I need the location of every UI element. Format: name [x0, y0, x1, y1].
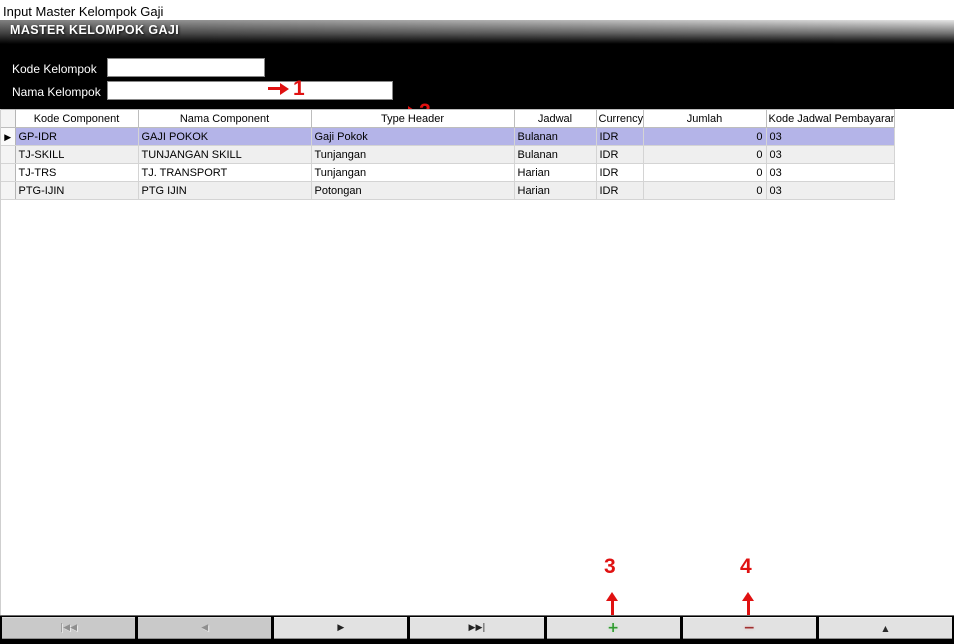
- cell-kode-jadwal[interactable]: 03: [766, 146, 894, 164]
- kode-kelompok-input[interactable]: [107, 58, 265, 77]
- cell-kode[interactable]: PTG-IJIN: [15, 182, 138, 200]
- selector-column-header: [1, 110, 15, 128]
- cell-currency[interactable]: IDR: [596, 146, 643, 164]
- collapse-button[interactable]: ▲: [819, 617, 952, 639]
- cell-kode[interactable]: TJ-SKILL: [15, 146, 138, 164]
- cell-jumlah[interactable]: 0: [643, 146, 766, 164]
- col-header-jumlah[interactable]: Jumlah: [643, 110, 766, 128]
- form-panel: MASTER KELOMPOK GAJI Kode Kelompok Nama …: [0, 20, 954, 109]
- cell-currency[interactable]: IDR: [596, 182, 643, 200]
- cell-jadwal[interactable]: Bulanan: [514, 128, 596, 146]
- annotation-number-3: 3: [604, 556, 616, 577]
- next-record-button[interactable]: ▶: [274, 617, 407, 639]
- cell-jadwal[interactable]: Harian: [514, 182, 596, 200]
- cell-nama[interactable]: TJ. TRANSPORT: [138, 164, 311, 182]
- row-selector-cell[interactable]: ▶: [1, 128, 15, 146]
- cell-kode-jadwal[interactable]: 03: [766, 182, 894, 200]
- cell-jadwal[interactable]: Bulanan: [514, 146, 596, 164]
- grid-area: Kode Component Nama Component Type Heade…: [0, 109, 954, 616]
- cell-jumlah[interactable]: 0: [643, 182, 766, 200]
- last-record-icon: ▶▶|: [469, 623, 486, 633]
- cell-type-header[interactable]: Gaji Pokok: [311, 128, 514, 146]
- first-record-icon: |◀◀: [60, 623, 77, 633]
- col-header-nama-component[interactable]: Nama Component: [138, 110, 311, 128]
- cell-currency[interactable]: IDR: [596, 164, 643, 182]
- delete-record-button[interactable]: −: [683, 617, 816, 639]
- kode-kelompok-label: Kode Kelompok: [12, 62, 97, 76]
- previous-record-button[interactable]: ◀: [138, 617, 271, 639]
- cell-nama[interactable]: PTG IJIN: [138, 182, 311, 200]
- cell-kode-jadwal[interactable]: 03: [766, 128, 894, 146]
- nama-kelompok-input[interactable]: [107, 81, 393, 100]
- plus-icon: +: [607, 620, 619, 636]
- cell-type-header[interactable]: Tunjangan: [311, 146, 514, 164]
- annotation-number-4: 4: [740, 556, 752, 577]
- table-row[interactable]: ▶ GP-IDR GAJI POKOK Gaji Pokok Bulanan I…: [1, 128, 894, 146]
- col-header-jadwal[interactable]: Jadwal: [514, 110, 596, 128]
- next-record-icon: ▶: [337, 623, 344, 633]
- cell-jadwal[interactable]: Harian: [514, 164, 596, 182]
- cell-kode-jadwal[interactable]: 03: [766, 164, 894, 182]
- first-record-button[interactable]: |◀◀: [2, 617, 135, 639]
- table-row[interactable]: TJ-TRS TJ. TRANSPORT Tunjangan Harian ID…: [1, 164, 894, 182]
- cell-nama[interactable]: TUNJANGAN SKILL: [138, 146, 311, 164]
- annotation-number-1: 1: [293, 78, 305, 99]
- app-window: Input Master Kelompok Gaji MASTER KELOMP…: [0, 0, 954, 644]
- cell-type-header[interactable]: Potongan: [311, 182, 514, 200]
- last-record-button[interactable]: ▶▶|: [410, 617, 543, 639]
- cell-jumlah[interactable]: 0: [643, 128, 766, 146]
- row-selector-cell[interactable]: [1, 164, 15, 182]
- add-record-button[interactable]: +: [547, 617, 680, 639]
- cell-jumlah[interactable]: 0: [643, 164, 766, 182]
- grid-header-row: Kode Component Nama Component Type Heade…: [1, 110, 894, 128]
- row-selector-cell[interactable]: [1, 182, 15, 200]
- minus-icon: −: [743, 620, 755, 636]
- window-caption: Input Master Kelompok Gaji: [3, 4, 163, 19]
- col-header-currency[interactable]: Currency: [596, 110, 643, 128]
- col-header-kode-component[interactable]: Kode Component: [15, 110, 138, 128]
- previous-record-icon: ◀: [201, 623, 208, 633]
- col-header-type-header[interactable]: Type Header: [311, 110, 514, 128]
- col-header-kode-jadwal-pembayaran[interactable]: Kode Jadwal Pembayaran: [766, 110, 894, 128]
- cell-kode[interactable]: TJ-TRS: [15, 164, 138, 182]
- nama-kelompok-label: Nama Kelompok: [12, 85, 101, 99]
- table-row[interactable]: TJ-SKILL TUNJANGAN SKILL Tunjangan Bulan…: [1, 146, 894, 164]
- triangle-up-icon: ▲: [882, 624, 888, 633]
- panel-title: MASTER KELOMPOK GAJI: [10, 23, 179, 37]
- annotation-arrow-3-icon: [605, 592, 619, 615]
- cell-type-header[interactable]: Tunjangan: [311, 164, 514, 182]
- annotation-arrow-1-icon: [268, 82, 289, 95]
- cell-currency[interactable]: IDR: [596, 128, 643, 146]
- cell-nama[interactable]: GAJI POKOK: [138, 128, 311, 146]
- row-selector-cell[interactable]: [1, 146, 15, 164]
- current-row-indicator-icon: ▶: [4, 132, 11, 142]
- components-grid: Kode Component Nama Component Type Heade…: [1, 109, 895, 200]
- annotation-arrow-4-icon: [741, 592, 755, 615]
- cell-kode[interactable]: GP-IDR: [15, 128, 138, 146]
- table-row[interactable]: PTG-IJIN PTG IJIN Potongan Harian IDR 0 …: [1, 182, 894, 200]
- record-navigator-toolbar: |◀◀ ◀ ▶ ▶▶| + − ▲: [0, 615, 954, 641]
